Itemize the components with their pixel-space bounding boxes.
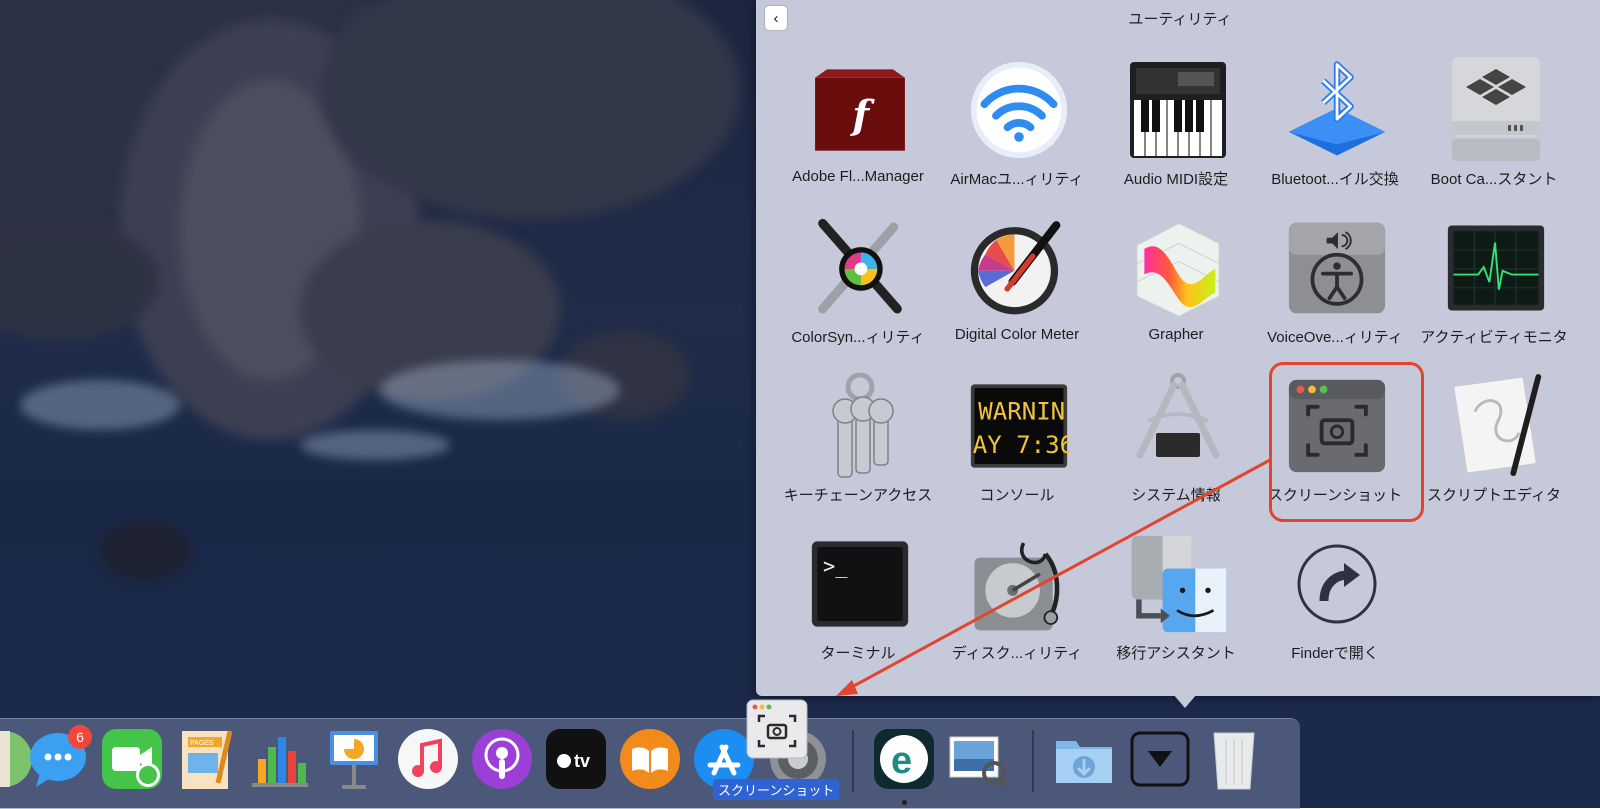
eset-text: e: [891, 740, 912, 782]
dock-apple-tv-icon[interactable]: tv: [544, 727, 608, 791]
drag-label: スクリーンショット: [713, 779, 840, 800]
dock-books-icon[interactable]: [618, 727, 682, 791]
pages-text: PAGES: [190, 740, 214, 747]
dock-preview-icon[interactable]: [946, 727, 1010, 791]
dock-separator: [1032, 730, 1034, 792]
dock-eset-icon[interactable]: e: [872, 727, 936, 791]
dock-keynote-icon[interactable]: [322, 727, 386, 791]
running-indicator: [902, 800, 907, 805]
dock-trash-icon[interactable]: [1202, 727, 1266, 791]
dock-separator: [852, 730, 854, 792]
tv-text: tv: [574, 751, 590, 771]
dock-facetime-icon[interactable]: [100, 727, 164, 791]
dock-podcasts-icon[interactable]: [470, 727, 534, 791]
messages-badge: 6: [68, 725, 92, 749]
annotation-arrow: [836, 458, 1271, 696]
dock-downloads-folder-icon[interactable]: [1052, 727, 1116, 791]
dock-pages-icon[interactable]: PAGES: [174, 727, 238, 791]
dock-numbers-icon[interactable]: [248, 727, 312, 791]
dock-music-icon[interactable]: [396, 727, 460, 791]
dock-utilities-stack[interactable]: [1128, 727, 1192, 791]
dragged-screenshot-icon[interactable]: [745, 698, 809, 760]
